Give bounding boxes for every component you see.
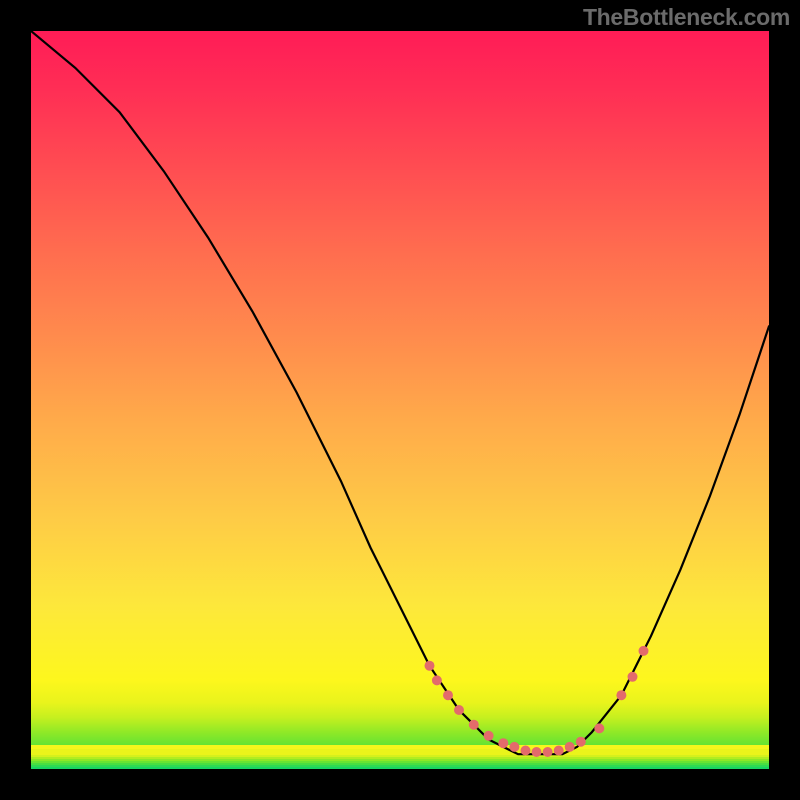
highlight-dot [594,723,604,733]
highlight-dot [576,737,586,747]
chart-frame: TheBottleneck.com [0,0,800,800]
highlight-dot [616,690,626,700]
highlight-dot [498,738,508,748]
highlight-dot [554,746,564,756]
highlight-dot [425,661,435,671]
highlight-dot [432,675,442,685]
bottleneck-curve [31,31,769,754]
highlight-dot [543,747,553,757]
highlight-dot [469,720,479,730]
highlight-dot [509,742,519,752]
highlight-dot [484,731,494,741]
highlight-dot [639,646,649,656]
watermark-text: TheBottleneck.com [583,4,790,31]
highlight-dot [628,672,638,682]
highlight-dot [521,746,531,756]
highlight-dot [443,690,453,700]
highlight-dot [532,747,542,757]
highlight-dots [425,646,649,757]
plot-area [31,31,769,769]
highlight-dot [454,705,464,715]
highlight-dot [565,742,575,752]
curve-layer [31,31,769,769]
